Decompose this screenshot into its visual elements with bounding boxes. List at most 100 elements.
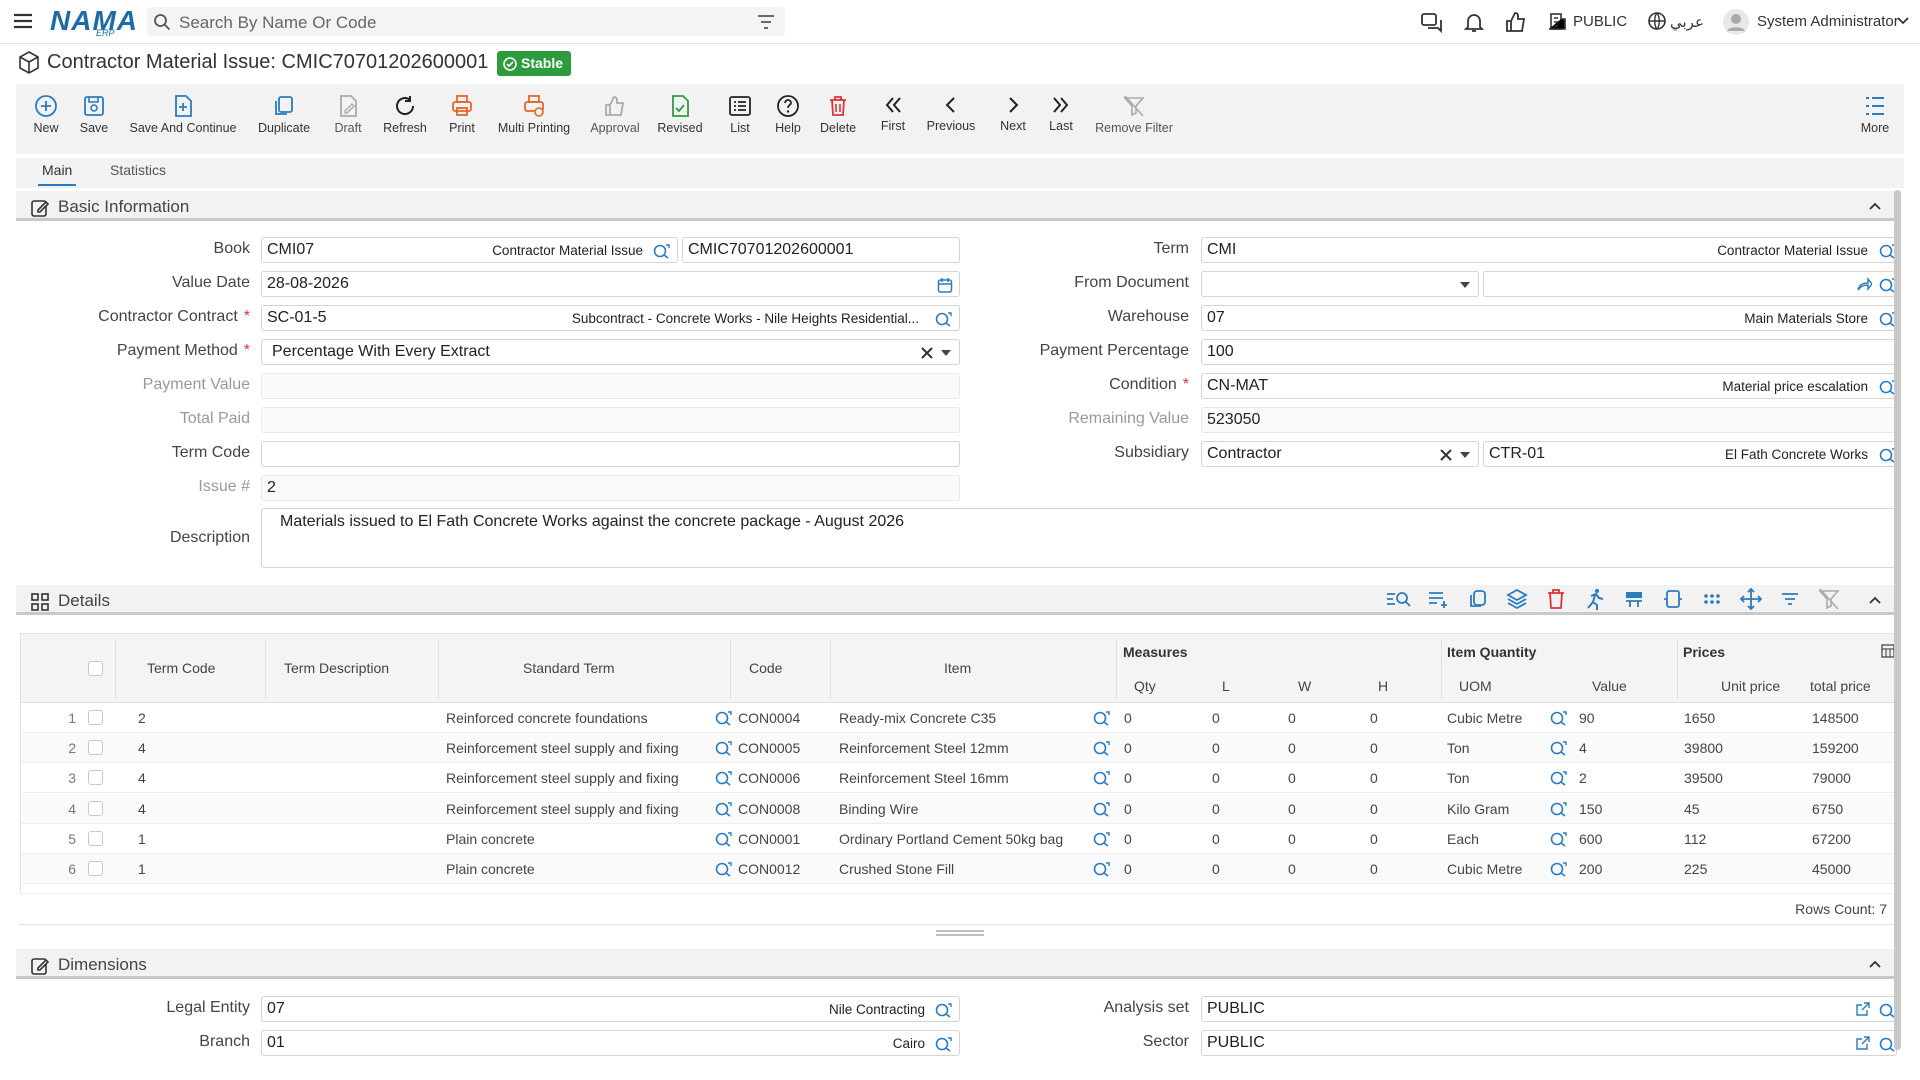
warehouse-field[interactable]: 07 Main Materials Store — [1201, 305, 1897, 331]
cell-qty[interactable]: 0 — [1124, 710, 1132, 726]
remove-filter-button[interactable]: Remove Filter — [1094, 94, 1174, 135]
standard-term-lookup-icon[interactable] — [714, 831, 732, 847]
cell-w[interactable]: 0 — [1288, 801, 1296, 817]
dimensions-header[interactable]: Dimensions — [16, 949, 1896, 979]
lookup-search-icon[interactable] — [934, 1036, 952, 1052]
cell-h[interactable]: 0 — [1370, 740, 1378, 756]
cell-h[interactable]: 0 — [1370, 861, 1378, 877]
filter-icon[interactable] — [757, 14, 775, 30]
cell-item[interactable]: Binding Wire — [839, 801, 918, 817]
col-term-code[interactable]: Term Code — [147, 660, 215, 676]
next-button[interactable]: Next — [998, 94, 1028, 133]
tab-statistics[interactable]: Statistics — [110, 162, 166, 178]
description-textarea[interactable]: Materials issued to El Fath Concrete Wor… — [261, 508, 1896, 568]
cell-value[interactable]: 200 — [1579, 861, 1602, 877]
cell-item[interactable]: Reinforcement Steel 12mm — [839, 740, 1009, 756]
table-row[interactable]: 2 4 Reinforcement steel supply and fixing C… — [21, 733, 1896, 764]
cell-qty[interactable]: 0 — [1124, 831, 1132, 847]
cell-total-price[interactable]: 159200 — [1812, 740, 1859, 756]
move-icon[interactable] — [1739, 587, 1763, 611]
value-date-field[interactable]: 28-08-2026 — [261, 271, 960, 297]
cell-value[interactable]: 150 — [1579, 801, 1602, 817]
multi-printing-button[interactable]: Multi Printing — [496, 94, 572, 135]
standard-term-lookup-icon[interactable] — [714, 861, 732, 877]
col-total-price[interactable]: total price — [1810, 678, 1871, 694]
subsidiary-field[interactable]: CTR-01 El Fath Concrete Works — [1483, 441, 1897, 467]
cell-unit-price[interactable]: 45 — [1684, 801, 1700, 817]
approval-button[interactable]: Approval — [590, 94, 640, 135]
column-chooser-icon[interactable] — [1881, 644, 1895, 658]
cell-l[interactable]: 0 — [1212, 861, 1220, 877]
cell-l[interactable]: 0 — [1212, 831, 1220, 847]
cell-term-code[interactable]: 1 — [138, 831, 146, 847]
revised-button[interactable]: Revised — [656, 94, 704, 135]
row-checkbox[interactable] — [88, 710, 103, 725]
delete-row-icon[interactable] — [1544, 587, 1568, 611]
table-row[interactable]: 3 4 Reinforcement steel supply and fixing C… — [21, 763, 1896, 794]
cell-term-code[interactable]: 4 — [138, 770, 146, 786]
language-switch[interactable]: عربي — [1670, 13, 1704, 31]
cell-l[interactable]: 0 — [1212, 740, 1220, 756]
cell-uom[interactable]: Ton — [1447, 740, 1470, 756]
add-rows-icon[interactable] — [1426, 587, 1450, 611]
cell-item[interactable]: Crushed Stone Fill — [839, 861, 954, 877]
cell-item[interactable]: Reinforcement Steel 16mm — [839, 770, 1009, 786]
cell-code[interactable]: CON0008 — [738, 801, 800, 817]
cell-term-code[interactable]: 1 — [138, 861, 146, 877]
cell-total-price[interactable]: 6750 — [1812, 801, 1843, 817]
uom-lookup-icon[interactable] — [1549, 770, 1567, 787]
sector-field[interactable]: PUBLIC — [1201, 1030, 1897, 1056]
cell-h[interactable]: 0 — [1370, 801, 1378, 817]
cell-qty[interactable]: 0 — [1124, 740, 1132, 756]
col-standard-term[interactable]: Standard Term — [523, 660, 615, 676]
cell-unit-price[interactable]: 39500 — [1684, 770, 1723, 786]
cell-code[interactable]: CON0001 — [738, 831, 800, 847]
cell-w[interactable]: 0 — [1288, 770, 1296, 786]
term-code-field[interactable] — [261, 441, 960, 467]
item-lookup-icon[interactable] — [1092, 770, 1110, 787]
dropdown-arrow-icon[interactable] — [941, 350, 951, 356]
cell-uom[interactable]: Cubic Metre — [1447, 710, 1522, 726]
cell-code[interactable]: CON0004 — [738, 710, 800, 726]
user-name[interactable]: System Administrator — [1757, 13, 1899, 30]
chevron-down-icon[interactable] — [1896, 16, 1910, 26]
row-checkbox[interactable] — [88, 830, 103, 846]
cell-standard-term[interactable]: Reinforcement steel supply and fixing — [446, 801, 679, 817]
cell-standard-term[interactable]: Reinforcement steel supply and fixing — [446, 740, 679, 756]
cell-code[interactable]: CON0005 — [738, 740, 800, 756]
first-button[interactable]: First — [878, 94, 908, 133]
cell-h[interactable]: 0 — [1370, 831, 1378, 847]
item-lookup-icon[interactable] — [1092, 861, 1110, 877]
delete-button[interactable]: Delete — [820, 94, 856, 135]
cell-value[interactable]: 4 — [1579, 740, 1587, 756]
cell-qty[interactable]: 0 — [1124, 861, 1132, 877]
cell-uom[interactable]: Ton — [1447, 770, 1470, 786]
table-row[interactable]: 6 1 Plain concrete CON0012 Crushed Stone Fil… — [21, 854, 1896, 884]
help-button[interactable]: Help — [772, 94, 804, 135]
chevron-up-icon[interactable] — [1868, 595, 1882, 605]
lookup-search-icon[interactable] — [934, 1002, 952, 1018]
cell-item[interactable]: Ordinary Portland Cement 50kg bag — [839, 831, 1063, 847]
cell-unit-price[interactable]: 39800 — [1684, 740, 1723, 756]
cell-unit-price[interactable]: 112 — [1684, 831, 1706, 847]
uom-lookup-icon[interactable] — [1549, 710, 1567, 726]
lookup-search-icon[interactable] — [652, 243, 670, 259]
cell-uom[interactable]: Kilo Gram — [1447, 801, 1509, 817]
basic-information-header[interactable]: Basic Information — [16, 191, 1896, 221]
payment-method-select[interactable]: Percentage With Every Extract — [261, 339, 960, 365]
uom-lookup-icon[interactable] — [1549, 740, 1567, 756]
term-field[interactable]: CMI Contractor Material Issue — [1201, 237, 1897, 263]
refresh-button[interactable]: Refresh — [380, 94, 430, 135]
cell-standard-term[interactable]: Reinforcement steel supply and fixing — [446, 770, 679, 786]
col-unit-price[interactable]: Unit price — [1721, 678, 1780, 694]
notification-bell-icon[interactable] — [1463, 11, 1485, 33]
contractor-contract-field[interactable]: SC-01-5 Subcontract - Concrete Works - N… — [261, 305, 960, 331]
cell-h[interactable]: 0 — [1370, 770, 1378, 786]
company-label[interactable]: PUBLIC — [1573, 13, 1627, 30]
legal-entity-field[interactable]: 07 Nile Contracting — [261, 996, 960, 1022]
table-row[interactable]: 4 4 Reinforcement steel supply and fixing C… — [21, 793, 1896, 824]
save-button[interactable]: Save — [74, 94, 114, 135]
standard-term-lookup-icon[interactable] — [714, 710, 732, 726]
run-icon[interactable] — [1583, 587, 1607, 611]
more-button[interactable]: More — [1858, 94, 1892, 135]
